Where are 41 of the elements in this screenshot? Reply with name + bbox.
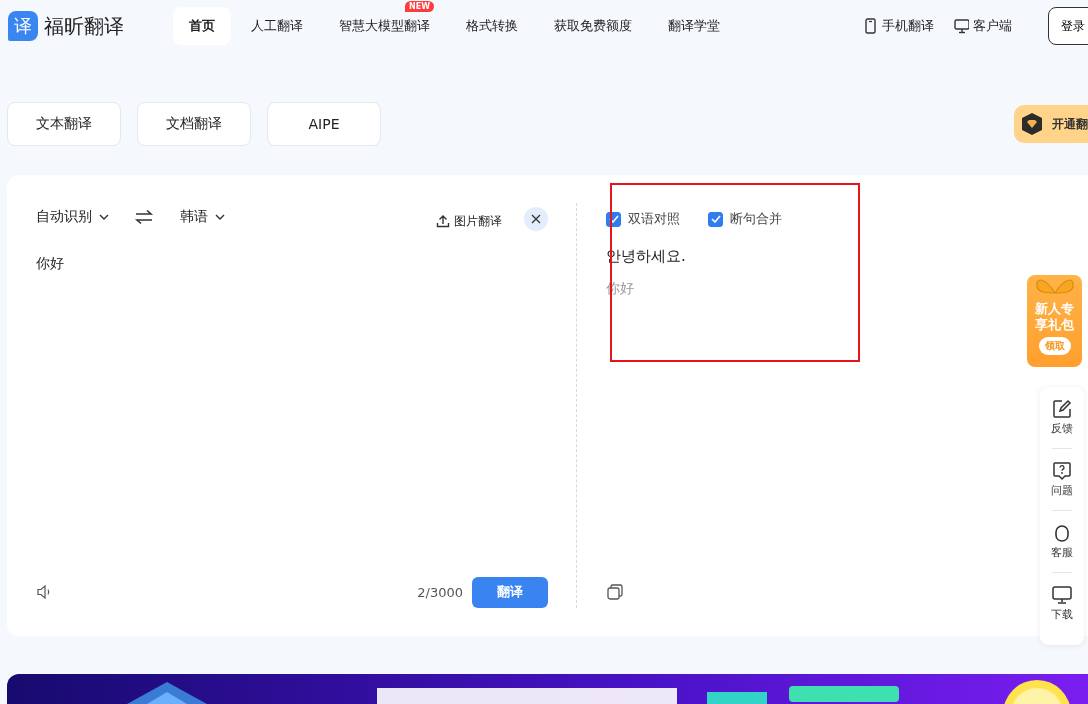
nav-tab[interactable]: 获取免费额度 — [538, 7, 648, 45]
char-count: 2/3000 — [417, 584, 463, 600]
nav-tab[interactable]: 翻译学堂 — [652, 7, 736, 45]
side-tool-label[interactable]: 客服 — [1051, 545, 1073, 560]
check-icon — [608, 215, 619, 223]
side-tool-label[interactable]: 下载 — [1051, 607, 1073, 622]
nav-tab[interactable]: 首页 — [173, 7, 231, 45]
header-link[interactable]: 客户端 — [973, 17, 1012, 35]
source-text[interactable]: 你好 — [36, 255, 548, 576]
gift-title: 新人专享礼包 — [1034, 301, 1075, 333]
login-button[interactable]: 登录 — [1048, 7, 1088, 45]
mode-tab[interactable]: 文本翻译 — [7, 102, 121, 146]
check-icon — [710, 215, 721, 223]
option-label: 断句合并 — [730, 210, 782, 228]
swap-icon[interactable] — [134, 209, 154, 225]
monitor-icon[interactable] — [1052, 585, 1072, 605]
phone-icon[interactable] — [863, 18, 878, 34]
header-link[interactable]: 手机翻译 — [882, 17, 934, 35]
diamond-shield-icon — [1020, 112, 1044, 136]
vip-button[interactable]: 开通翻 — [1014, 105, 1088, 143]
option-label: 双语对照 — [628, 210, 680, 228]
side-tool-label[interactable]: 反馈 — [1051, 421, 1073, 436]
source-language-select[interactable]: 自动识别 — [36, 208, 110, 226]
question-icon[interactable] — [1052, 461, 1072, 481]
target-language-select[interactable]: 韩语 — [180, 208, 226, 226]
checkbox[interactable] — [708, 211, 723, 227]
close-icon[interactable] — [524, 207, 548, 231]
monitor-icon[interactable] — [954, 18, 969, 34]
image-translate-button[interactable]: 图片翻译 — [430, 211, 508, 231]
nav-tab[interactable]: 格式转换 — [450, 7, 534, 45]
side-tool-label[interactable]: 问题 — [1051, 483, 1073, 498]
logo-icon: 译 — [8, 11, 38, 41]
new-badge: NEW — [405, 1, 434, 12]
copy-icon[interactable] — [606, 583, 624, 601]
mode-tab[interactable]: 文档翻译 — [137, 102, 251, 146]
edit-icon[interactable] — [1052, 399, 1072, 419]
logo-text: 福昕翻译 — [44, 12, 124, 40]
nav-tab[interactable]: 人工翻译 — [235, 7, 319, 45]
translate-button[interactable]: 翻译 — [472, 576, 548, 608]
mode-tab[interactable]: AIPE — [267, 102, 381, 146]
upload-icon — [436, 214, 450, 228]
